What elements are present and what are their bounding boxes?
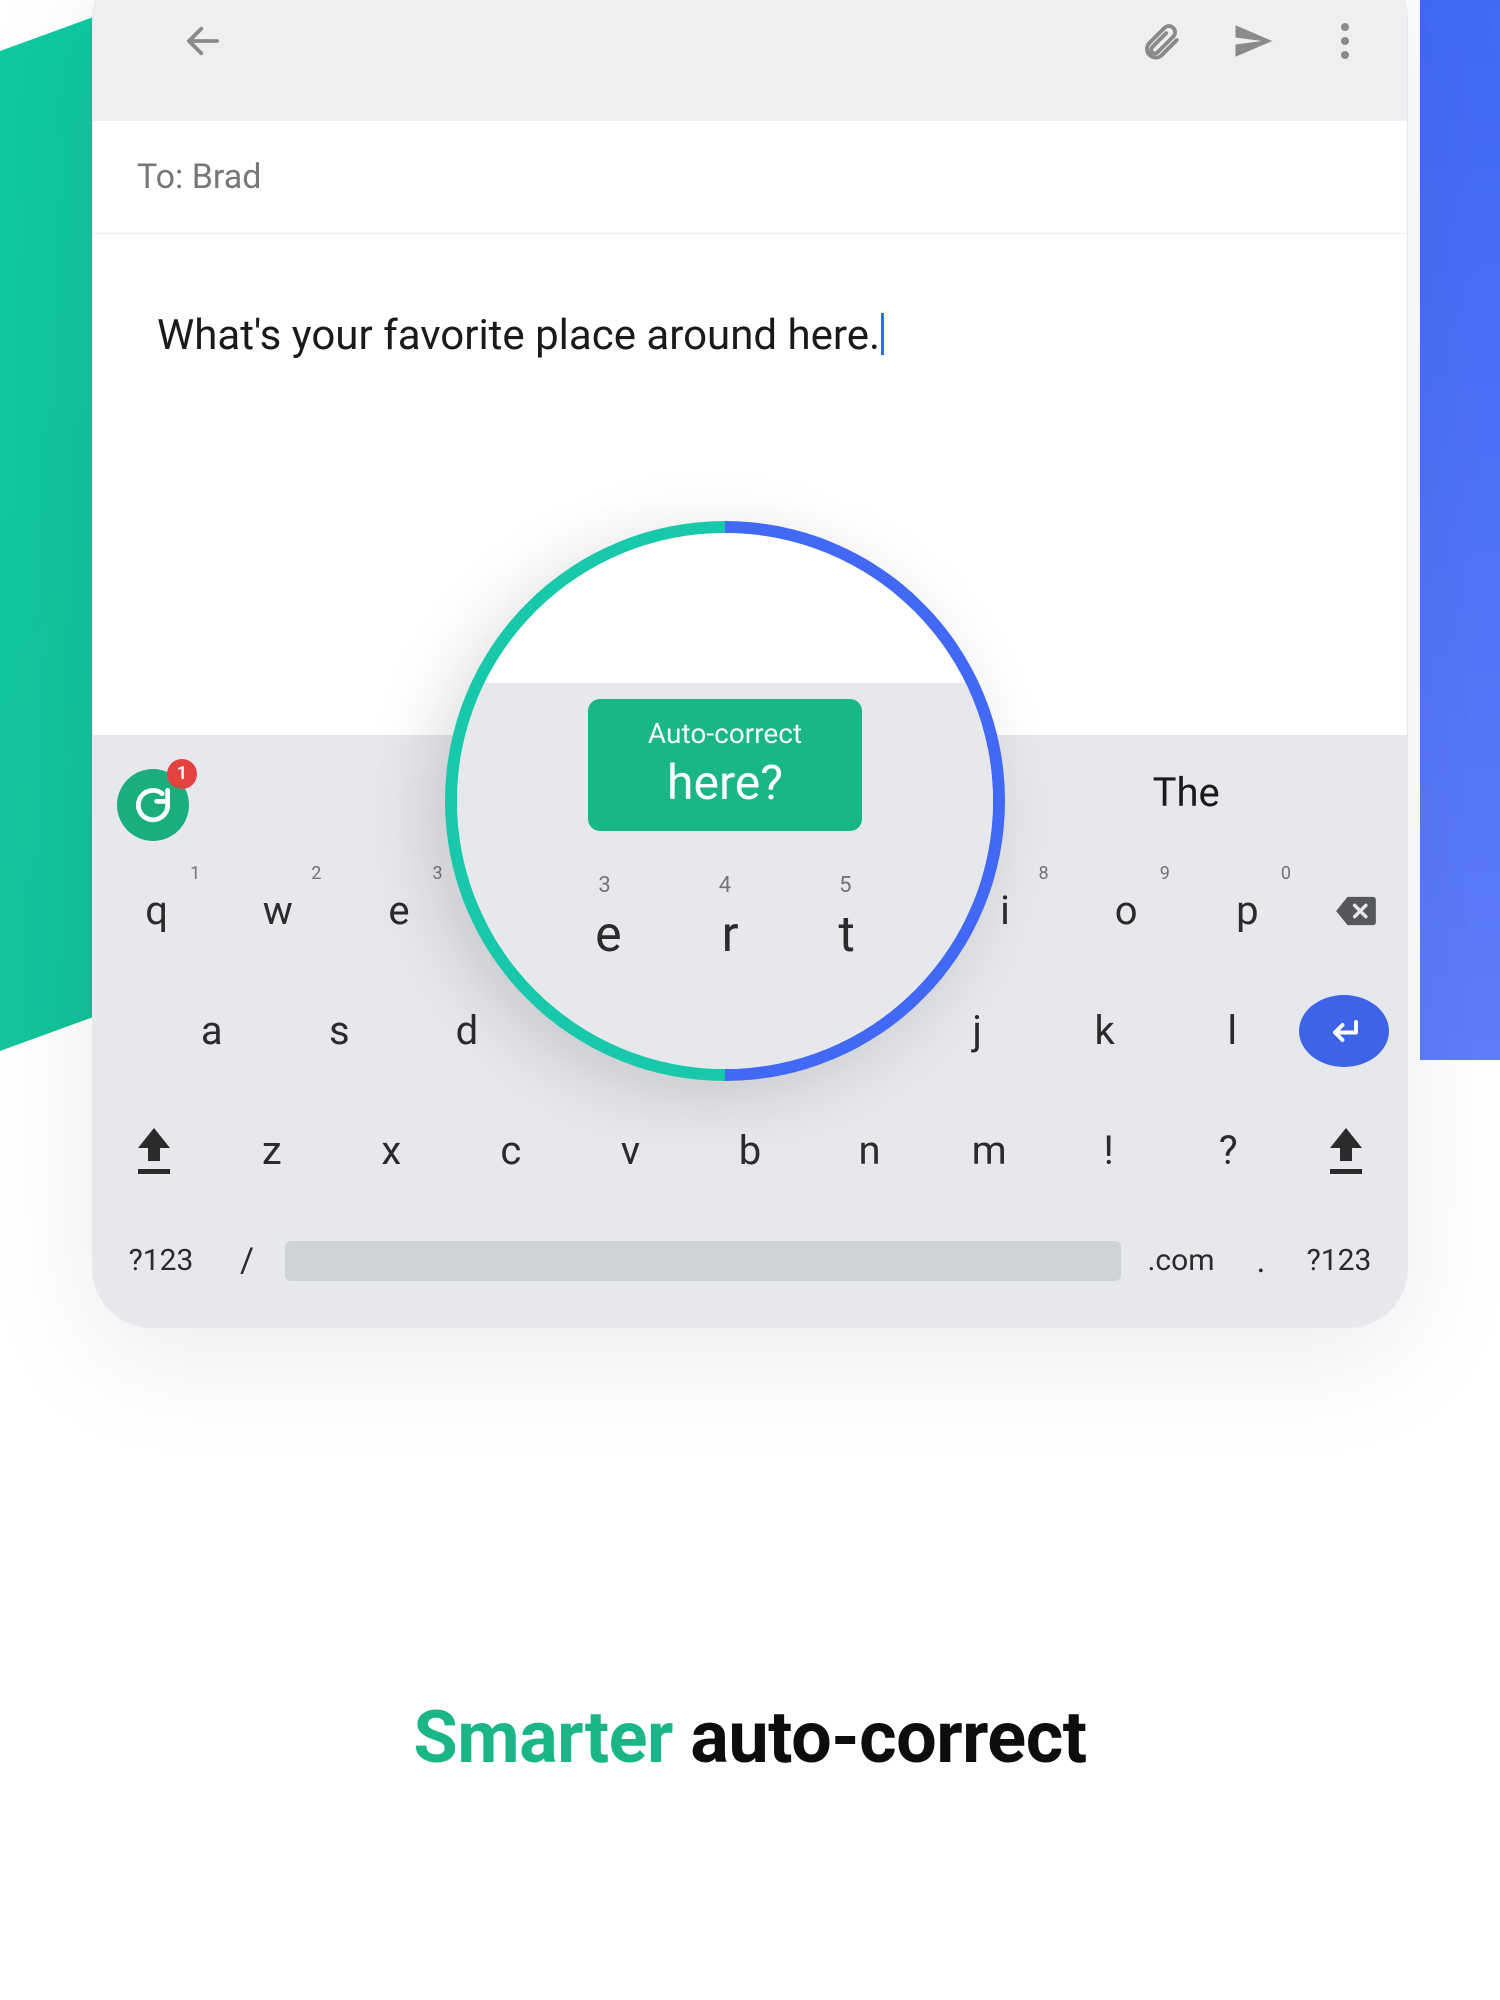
send-icon[interactable] bbox=[1231, 19, 1275, 63]
key-slash[interactable]: / bbox=[219, 1221, 275, 1301]
back-icon[interactable] bbox=[181, 19, 225, 63]
key-p[interactable]: 0p bbox=[1190, 857, 1305, 965]
to-prefix: To: bbox=[137, 157, 183, 197]
tagline: Smarter auto-correct bbox=[0, 1695, 1500, 1780]
key-space[interactable] bbox=[285, 1241, 1121, 1281]
key-w[interactable]: 2w bbox=[220, 857, 335, 965]
key-o[interactable]: 9o bbox=[1069, 857, 1184, 965]
key-dot[interactable]: . bbox=[1241, 1221, 1281, 1301]
text-caret bbox=[881, 313, 884, 355]
magnifier-letterrow: e r t bbox=[595, 906, 855, 964]
autocorrect-subtitle: Auto-correct bbox=[648, 717, 802, 750]
key-enter[interactable] bbox=[1299, 995, 1389, 1067]
key-a[interactable]: a bbox=[151, 977, 273, 1085]
to-field[interactable]: To: Brad bbox=[93, 121, 1407, 234]
key-q[interactable]: 1q bbox=[99, 857, 214, 965]
key-n[interactable]: n bbox=[813, 1097, 927, 1205]
key-k[interactable]: k bbox=[1044, 977, 1166, 1085]
key-shift-right[interactable] bbox=[1291, 1097, 1401, 1205]
key-row-bottom: ?123 / .com . ?123 bbox=[99, 1211, 1401, 1309]
attachment-icon[interactable] bbox=[1139, 19, 1183, 63]
key-e[interactable]: 3e bbox=[341, 857, 456, 965]
key-dotcom[interactable]: .com bbox=[1131, 1221, 1231, 1301]
key-numswitch-left[interactable]: ?123 bbox=[113, 1221, 209, 1301]
to-name: Brad bbox=[192, 157, 262, 197]
key-question[interactable]: ? bbox=[1171, 1097, 1285, 1205]
key-s[interactable]: s bbox=[279, 977, 401, 1085]
key-l[interactable]: l bbox=[1171, 977, 1293, 1085]
tagline-plain: auto-correct bbox=[690, 1695, 1086, 1780]
grammarly-count-badge: 1 bbox=[167, 759, 197, 789]
key-m[interactable]: m bbox=[932, 1097, 1046, 1205]
grammarly-badge[interactable]: 1 bbox=[117, 769, 189, 841]
key-c[interactable]: c bbox=[454, 1097, 568, 1205]
key-b[interactable]: b bbox=[693, 1097, 807, 1205]
key-z[interactable]: z bbox=[215, 1097, 329, 1205]
tagline-accent: Smarter bbox=[413, 1695, 672, 1780]
autocorrect-suggestion: here? bbox=[648, 754, 802, 811]
magnifier-numrow: 3 4 5 bbox=[598, 873, 851, 898]
key-backspace[interactable] bbox=[1311, 857, 1401, 965]
phone-frame: To: Brad What's your favorite place arou… bbox=[92, 0, 1408, 1328]
key-numswitch-right[interactable]: ?123 bbox=[1291, 1221, 1387, 1301]
key-shift-left[interactable] bbox=[99, 1097, 209, 1205]
key-v[interactable]: v bbox=[574, 1097, 688, 1205]
key-exclaim[interactable]: ! bbox=[1052, 1097, 1166, 1205]
body-text: What's your favorite place around here. bbox=[157, 311, 880, 360]
compose-header bbox=[93, 0, 1407, 121]
key-d[interactable]: d bbox=[406, 977, 528, 1085]
key-x[interactable]: x bbox=[335, 1097, 449, 1205]
autocorrect-pill[interactable]: Auto-correct here? bbox=[588, 699, 862, 831]
key-row-3: z x c v b n m ! ? bbox=[99, 1091, 1401, 1211]
key-j[interactable]: j bbox=[916, 977, 1038, 1085]
suggestion-the[interactable]: The bbox=[971, 769, 1401, 816]
more-vert-icon[interactable] bbox=[1323, 19, 1367, 63]
